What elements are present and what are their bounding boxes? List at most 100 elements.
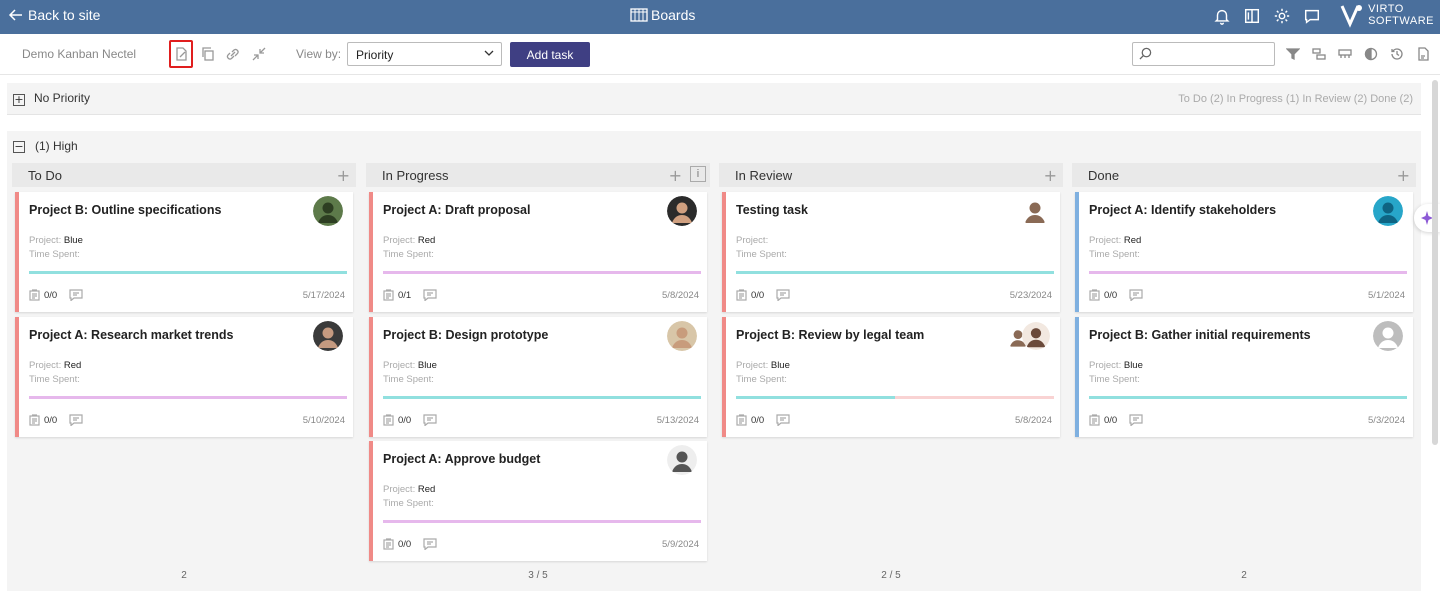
progress-bar [29,271,347,274]
avatar [1373,196,1403,226]
book-icon[interactable] [1242,6,1262,26]
project-value: Blue [63,235,83,246]
theme-icon[interactable] [1362,45,1379,62]
checklist-value: 0/0 [751,414,765,426]
back-label: Back to site [28,7,101,23]
task-card[interactable]: Project A: Identify stakeholders Project:… [1075,192,1413,312]
group-icon[interactable] [1310,45,1327,62]
comment-icon[interactable] [423,537,437,555]
swimlane-summary: To Do (2) In Progress (1) In Review (2) … [1178,93,1413,105]
card-date: 5/10/2024 [302,415,345,426]
task-card[interactable]: Testing task Project: Time Spent: 0/0 5/23/… [722,192,1060,312]
search-input[interactable] [1132,42,1275,66]
card-title: Project A: Approve budget [383,452,541,466]
fields-icon[interactable] [1336,45,1353,62]
card-date: 5/13/2024 [656,415,699,426]
view-by-value: Priority [356,48,394,62]
card-date: 5/8/2024 [662,290,699,301]
checklist-value: 0/0 [751,289,765,301]
card-project: Project: [736,235,768,246]
card-date: 5/3/2024 [1368,415,1405,426]
task-card[interactable]: Project B: Review by legal team Project: … [722,317,1060,437]
card-title: Project A: Identify stakeholders [1089,203,1277,217]
project-label: Project: [383,360,416,371]
add-task-button[interactable]: Add task [510,42,590,67]
task-card[interactable]: Project A: Draft proposal Project: Red Tim… [369,192,707,312]
add-card-icon[interactable]: + [337,166,350,185]
project-label: Project: [1089,360,1122,371]
info-icon[interactable]: i [690,166,706,182]
board-name: Demo Kanban Nectel [22,47,137,61]
checklist-icon [1089,414,1100,426]
checklist-count: 0/0 [736,289,764,301]
comment-icon[interactable] [776,288,790,306]
project-value: Blue [1123,360,1143,371]
checklist-value: 0/1 [398,289,412,301]
comment-icon[interactable] [1129,288,1143,306]
project-value: Blue [770,360,790,371]
comment-icon[interactable] [423,413,437,431]
gear-icon[interactable] [1272,6,1292,26]
view-by-select[interactable]: Priority [347,42,502,66]
avatar [667,445,697,475]
task-card[interactable]: Project A: Approve budget Project: Red Tim… [369,441,707,561]
swimlane-no-priority[interactable]: + No Priority To Do (2) In Progress (1) … [7,83,1421,115]
comment-icon[interactable] [776,413,790,431]
time-spent-label: Time Spent: [1089,374,1140,385]
comment-icon[interactable] [69,413,83,431]
boards-title: Boards [630,7,695,23]
boards-icon [630,8,648,22]
task-card[interactable]: Project B: Gather initial requirements Pr… [1075,317,1413,437]
copy-icon[interactable] [197,43,219,65]
card-title: Project B: Gather initial requirements [1089,328,1311,342]
task-card[interactable]: Project B: Design prototype Project: Blue… [369,317,707,437]
checklist-icon [383,538,394,550]
back-to-site-link[interactable]: Back to site [8,7,100,23]
card-project: Project: Red [29,360,81,371]
checklist-value: 0/0 [1104,414,1118,426]
link-icon[interactable] [222,43,244,65]
task-card[interactable]: Project B: Outline specifications Project… [15,192,353,312]
add-card-icon[interactable]: + [669,166,682,185]
task-card[interactable]: Project A: Research market trends Project… [15,317,353,437]
chevron-down-icon [484,50,494,56]
project-label: Project: [736,360,769,371]
avatar [313,321,343,351]
collapse-icon[interactable] [248,43,270,65]
column-to-do: To Do + Project B: Outline specification… [12,163,356,593]
filter-icon[interactable] [1284,45,1301,62]
avatar [667,196,697,226]
card-project: Project: Blue [736,360,790,371]
comment-icon[interactable] [69,288,83,306]
search-icon [1139,47,1152,60]
page-title: Boards [651,7,696,23]
add-card-icon[interactable]: + [1397,166,1410,185]
bell-icon[interactable] [1212,6,1232,26]
collapse-lane-icon[interactable]: − [13,141,25,153]
history-icon[interactable] [1388,45,1405,62]
column-title: Done [1088,168,1120,183]
card-date: 5/17/2024 [302,290,345,301]
pdf-export-icon[interactable] [1414,45,1431,62]
edit-board-icon[interactable] [169,40,193,68]
time-spent-label: Time Spent: [383,498,434,509]
comment-icon[interactable] [1129,413,1143,431]
time-spent-label: Time Spent: [29,374,80,385]
avatar [313,196,343,226]
avatar [1373,321,1403,351]
progress-bar [383,520,701,523]
progress-bar [1089,396,1407,399]
checklist-icon [29,414,40,426]
card-project: Project: Red [383,484,435,495]
comment-icon[interactable] [423,288,437,306]
time-spent-label: Time Spent: [736,374,787,385]
scrollbar[interactable] [1432,80,1438,445]
feedback-icon[interactable] [1302,6,1322,26]
add-card-icon[interactable]: + [1044,166,1057,185]
card-title: Testing task [736,203,809,217]
card-title: Project B: Outline specifications [29,203,222,217]
project-label: Project: [736,235,769,246]
card-project: Project: Blue [383,360,437,371]
card-title: Project A: Draft proposal [383,203,531,217]
expand-icon[interactable]: + [13,94,25,106]
